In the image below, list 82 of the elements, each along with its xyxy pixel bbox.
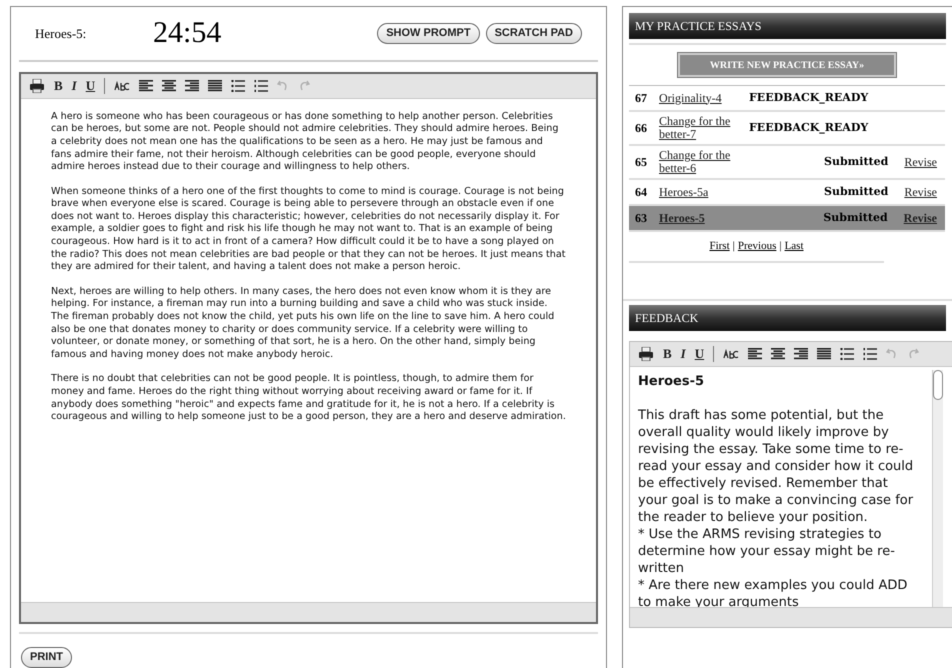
header-button[interactable]: SCRATCH PAD	[486, 23, 582, 44]
essay-number: 67	[635, 90, 648, 107]
toolbar-button[interactable]	[29, 78, 45, 93]
justify-icon	[817, 348, 832, 360]
essay-paragraph: There is no doubt that celebrities can not be good people. It is pointless, though, to admire them for money and fame. Heroes do the right thing without worrying about receiving award or fame for it. If anybody does something "heroic" and expects fame and gratitude for it, he is not a hero. If a celebrity is courageous and willing to help someone just to be a good person, they are a hero and deserve admiration.	[51, 373, 566, 424]
feedback-text: This draft has some potential, but the overall quality would likely improve by revising the essay. Take some time to re-read your essay and consider how it could be effectively revised. Remember that your goal is to make a convincing case for the reader to believe your position.	[638, 406, 914, 526]
revise-link[interactable]: Revise	[904, 183, 937, 201]
align-right-icon	[794, 348, 808, 360]
toolbar-button[interactable]	[863, 348, 878, 360]
section-header: FEEDBACK	[629, 304, 946, 330]
toolbar-button[interactable]	[794, 348, 808, 360]
essay-link[interactable]: Change for the better-7	[659, 115, 749, 141]
revise-link[interactable]: Revise	[904, 153, 937, 171]
essay-status: FEEDBACK_READY	[749, 90, 868, 106]
essay-status: Submitted	[824, 154, 888, 170]
printer-icon	[29, 78, 45, 93]
redo-icon	[907, 348, 920, 359]
toolbar-button[interactable]	[254, 80, 268, 92]
toolbar-button[interactable]	[817, 348, 832, 360]
essay-number: 64	[635, 184, 648, 201]
bullet-list-icon	[231, 80, 246, 92]
align-center-icon	[162, 80, 176, 92]
toolbar-button[interactable]	[208, 80, 222, 92]
essay-number: 63	[635, 210, 648, 227]
essay-link[interactable]: Heroes-5	[659, 212, 749, 224]
essay-row[interactable]: 63 Heroes-5 Submitted Revise	[629, 206, 945, 232]
feedback-text: * Use the ARMS revising strategies to determine how your essay might be re-written	[638, 526, 896, 576]
feedback-text: * Are there new examples you could ADD to make your arguments	[638, 576, 908, 610]
italic-button[interactable]: I	[680, 347, 686, 360]
spellcheck-icon	[114, 80, 130, 91]
pager-link[interactable]: First	[709, 238, 730, 254]
timer: 24:54	[153, 18, 222, 48]
redo-icon	[298, 80, 310, 92]
essay-title: Heroes-5:	[35, 24, 88, 43]
numbered-list-icon	[254, 80, 268, 92]
scrollbar[interactable]	[932, 370, 943, 606]
essay-link[interactable]: Heroes-5a	[659, 186, 749, 198]
pager-link[interactable]: Last	[784, 238, 804, 254]
undo-icon	[886, 348, 898, 359]
bold-button[interactable]: B	[663, 347, 672, 360]
essay-status: Submitted	[824, 184, 888, 200]
spellcheck-icon	[723, 348, 740, 358]
essay-status: Submitted	[823, 210, 888, 226]
toolbar-button[interactable]	[231, 80, 246, 92]
bullet-list-icon	[840, 348, 854, 360]
essay-paragraph: When someone thinks of a hero one of the first thoughts to come to mind is courage. Courage is not being brave when everyone else is scared. Courage is being able to persevere through an obstacle even if one does not want to. Heroes display this characteristic; however, celebrities do not necessarily display it. For example, a soldier goes to fight and risk his life though he may not want to. That is an example of being courageous. How hard is it to act in front of a camera? How difficult could it be to have a song played on the radio? This does not mean celebrities are bad people or that they can not be heroes. It just means that they are admired for their talent, and having a talent does not make a person heroic.	[51, 186, 566, 274]
align-right-icon	[185, 80, 200, 92]
toolbar-button[interactable]	[723, 348, 740, 358]
print-button[interactable]: PRINT	[21, 647, 72, 668]
italic-button[interactable]: I	[72, 79, 77, 92]
numbered-list-icon	[863, 348, 878, 360]
pager-separator: |	[732, 239, 735, 254]
essay-link[interactable]: Originality-4	[659, 92, 749, 104]
essay-number: 65	[635, 154, 648, 171]
essay-paragraph: A hero is someone who has been courageous or has done something to help another person. Celebrities can be heroes, but some are not. People should not admire celebrities. They should admire heroes. Being a celebrity does not mean one has the qualifications to be seen as a hero. He may just be famous and fans admire their fame, not their heroism. Although celebrities can be good people, everyone should admire heroes instead due to their courage and willingness to help others.	[51, 110, 560, 174]
section-header: MY PRACTICE ESSAYS	[629, 13, 946, 39]
pager-link[interactable]: Previous	[738, 238, 776, 254]
align-center-icon	[771, 348, 786, 360]
pager-separator: |	[779, 239, 782, 254]
revise-link[interactable]: Revise	[904, 209, 937, 227]
header-button[interactable]: SHOW PROMPT	[377, 23, 480, 44]
feedback-heading: Heroes-5	[638, 372, 706, 390]
toolbar-button[interactable]	[748, 348, 762, 360]
toolbar-button[interactable]	[771, 348, 786, 360]
undo-icon	[277, 80, 290, 92]
essay-link[interactable]: Change for the better-6	[659, 149, 749, 175]
toolbar-button[interactable]	[638, 346, 654, 360]
justify-icon	[208, 80, 222, 92]
align-left-icon	[748, 348, 762, 360]
toolbar-button[interactable]	[840, 348, 854, 360]
essay-paragraph: Next, heroes are willing to help others. In many cases, the hero does not even know whom it is they are helping. For instance, a fireman may run into a burning building and save a child who was stuck inside. The fireman probably does not know the child, yet puts his own life on the line to save him. A hero could also be one that donates money to charity or does community service. If a celebrity were willing to volunteer, or donate money, or something of that sort, he is a hero. On the other hand, simply being famous and having money does not make anybody heroic.	[51, 286, 556, 362]
printer-icon	[638, 346, 654, 360]
essay-number: 66	[635, 120, 648, 137]
align-left-icon	[139, 80, 154, 92]
underline-button[interactable]: U	[694, 347, 704, 360]
toolbar-button[interactable]	[162, 80, 176, 92]
toolbar-button[interactable]	[139, 80, 154, 92]
underline-button[interactable]: U	[86, 79, 96, 92]
essay-status: FEEDBACK_READY	[749, 120, 868, 136]
bold-button[interactable]: B	[54, 79, 63, 92]
toolbar-button[interactable]	[185, 80, 200, 92]
toolbar-button[interactable]	[114, 80, 130, 91]
